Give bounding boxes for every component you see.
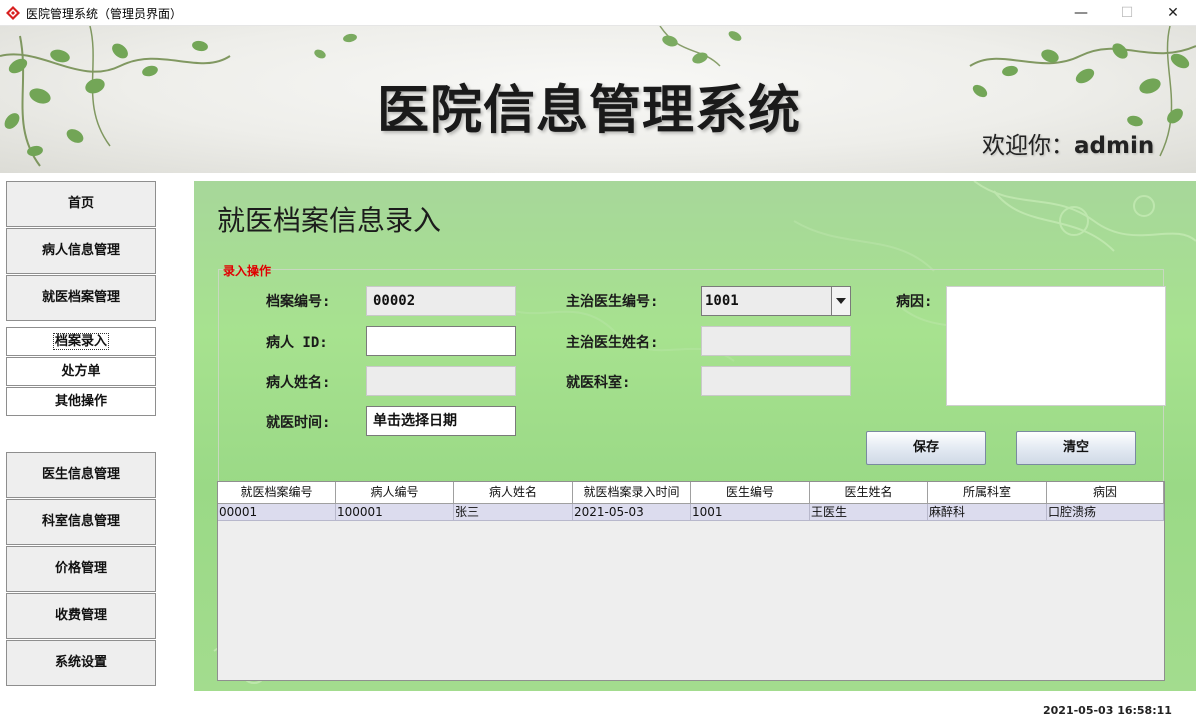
visit-time-date-picker[interactable]: 单击选择日期 bbox=[366, 406, 516, 436]
doctor-no-select[interactable]: 1001 bbox=[701, 286, 851, 316]
window-title: 医院管理系统（管理员界面） bbox=[26, 7, 183, 21]
clear-button[interactable]: 清空 bbox=[1016, 431, 1136, 465]
nav-home-button[interactable]: 首页 bbox=[6, 181, 156, 227]
subnav-prescription-button[interactable]: 处方单 bbox=[6, 357, 156, 386]
patient-id-label: 病人 ID: bbox=[266, 335, 328, 351]
record-no-label: 档案编号: bbox=[266, 294, 331, 310]
column-header[interactable]: 医生编号 bbox=[691, 482, 810, 504]
subnav-record-entry-button[interactable]: 档案录入 bbox=[6, 327, 156, 356]
main-panel: 就医档案信息录入 录入操作 档案编号: 00002 病人 ID: 病人姓名: 就… bbox=[194, 181, 1196, 691]
patient-name-field[interactable] bbox=[366, 366, 516, 396]
window-titlebar: 医院管理系统（管理员界面） — ☐ ✕ bbox=[0, 0, 1196, 26]
welcome-label: 欢迎你： bbox=[982, 133, 1074, 159]
table-cell: 00001 bbox=[218, 504, 336, 521]
table-cell: 2021-05-03 bbox=[573, 504, 691, 521]
nav-medical-record-button[interactable]: 就医档案管理 bbox=[6, 275, 156, 321]
nav-department-info-button[interactable]: 科室信息管理 bbox=[6, 499, 156, 545]
maximize-icon[interactable]: ☐ bbox=[1104, 0, 1150, 26]
doctor-name-field[interactable] bbox=[701, 326, 851, 356]
nav-price-button[interactable]: 价格管理 bbox=[6, 546, 156, 592]
status-bar: 2021-05-03 16:58:11 bbox=[0, 691, 1196, 728]
column-header[interactable]: 就医档案编号 bbox=[218, 482, 336, 504]
department-label: 就医科室: bbox=[566, 375, 631, 391]
subnav-other-ops-button[interactable]: 其他操作 bbox=[6, 387, 156, 416]
table-row[interactable]: 00001 100001 张三 2021-05-03 1001 王医生 麻醉科 … bbox=[218, 504, 1164, 521]
header-banner: 医院信息管理系统 欢迎你：admin bbox=[0, 26, 1196, 173]
column-header[interactable]: 所属科室 bbox=[928, 482, 1047, 504]
welcome-username: admin bbox=[1074, 133, 1155, 159]
column-header[interactable]: 病人姓名 bbox=[454, 482, 573, 504]
visit-time-label: 就医时间: bbox=[266, 415, 331, 431]
doctor-no-selected-value: 1001 bbox=[705, 293, 739, 309]
table-cell: 王医生 bbox=[810, 504, 928, 521]
column-header[interactable]: 医生姓名 bbox=[810, 482, 928, 504]
close-icon[interactable]: ✕ bbox=[1150, 0, 1196, 26]
column-header[interactable]: 就医档案录入时间 bbox=[573, 482, 691, 504]
department-field[interactable] bbox=[701, 366, 851, 396]
column-header[interactable]: 病人编号 bbox=[336, 482, 454, 504]
column-header[interactable]: 病因 bbox=[1047, 482, 1164, 504]
table-cell: 张三 bbox=[454, 504, 573, 521]
app-diamond-icon bbox=[6, 6, 20, 20]
records-table[interactable]: 就医档案编号 病人编号 病人姓名 就医档案录入时间 医生编号 医生姓名 所属科室… bbox=[217, 481, 1165, 681]
entry-group-legend: 录入操作 bbox=[223, 264, 272, 278]
page-title: 就医档案信息录入 bbox=[217, 204, 442, 237]
patient-id-input[interactable] bbox=[366, 326, 516, 356]
record-no-field[interactable]: 00002 bbox=[366, 286, 516, 316]
doctor-no-label: 主治医生编号: bbox=[566, 294, 659, 310]
clock-display: 2021-05-03 16:58:11 bbox=[1043, 704, 1172, 717]
nav-settings-button[interactable]: 系统设置 bbox=[6, 640, 156, 686]
table-cell: 1001 bbox=[691, 504, 810, 521]
nav-patient-info-button[interactable]: 病人信息管理 bbox=[6, 228, 156, 274]
doctor-name-label: 主治医生姓名: bbox=[566, 335, 659, 351]
patient-name-label: 病人姓名: bbox=[266, 375, 331, 391]
nav-charge-button[interactable]: 收费管理 bbox=[6, 593, 156, 639]
nav-doctor-info-button[interactable]: 医生信息管理 bbox=[6, 452, 156, 498]
table-cell: 口腔溃疡 bbox=[1047, 504, 1164, 521]
cause-label: 病因: bbox=[896, 294, 933, 310]
subnav-record-entry-label: 档案录入 bbox=[52, 333, 109, 350]
dropdown-arrow-icon[interactable] bbox=[831, 287, 850, 315]
save-button[interactable]: 保存 bbox=[866, 431, 986, 465]
banner-title: 医院信息管理系统 bbox=[377, 80, 802, 141]
table-header: 就医档案编号 病人编号 病人姓名 就医档案录入时间 医生编号 医生姓名 所属科室… bbox=[218, 482, 1164, 504]
minimize-icon[interactable]: — bbox=[1058, 0, 1104, 26]
welcome-message: 欢迎你：admin bbox=[982, 126, 1154, 160]
table-cell: 麻醉科 bbox=[928, 504, 1047, 521]
table-cell: 100001 bbox=[336, 504, 454, 521]
cause-textarea[interactable] bbox=[946, 286, 1166, 406]
